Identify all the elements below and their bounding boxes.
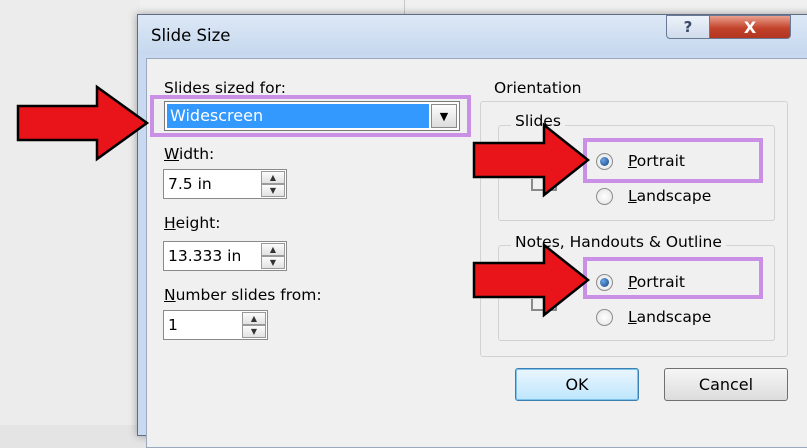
- width-increase-button[interactable]: ▲: [261, 171, 285, 184]
- number-slides-from-spinner[interactable]: 1 ▲ ▼: [163, 310, 268, 340]
- chevron-up-icon: ▲: [250, 314, 258, 323]
- number-slides-from-label: Number slides from:: [164, 286, 322, 304]
- width-spinner[interactable]: 7.5 in ▲ ▼: [163, 169, 287, 199]
- width-label: Width:: [164, 145, 215, 163]
- arrow-right-icon: [472, 242, 591, 318]
- help-icon: ?: [683, 18, 693, 36]
- number-spin-buttons: ▲ ▼: [242, 312, 266, 338]
- slides-portrait-highlight: [583, 138, 763, 183]
- height-spinner[interactable]: 13.333 in ▲ ▼: [163, 241, 287, 271]
- width-spin-buttons: ▲ ▼: [261, 171, 285, 197]
- notes-portrait-highlight: [583, 257, 763, 299]
- slides-landscape-radio[interactable]: [596, 188, 613, 205]
- number-increase-button[interactable]: ▲: [242, 312, 266, 325]
- number-decrease-button[interactable]: ▼: [242, 325, 266, 338]
- arrow-right-icon: [16, 84, 150, 162]
- title-bar[interactable]: Slide Size ? X: [138, 15, 807, 55]
- notes-landscape-radio[interactable]: [596, 309, 613, 326]
- widescreen-highlight: [150, 95, 471, 137]
- chevron-down-icon: ▼: [269, 186, 277, 195]
- close-button[interactable]: X: [709, 15, 791, 39]
- chevron-up-icon: ▲: [269, 245, 277, 254]
- height-decrease-button[interactable]: ▼: [261, 256, 285, 269]
- width-decrease-button[interactable]: ▼: [261, 184, 285, 197]
- cancel-button[interactable]: Cancel: [664, 368, 788, 401]
- help-button[interactable]: ?: [666, 15, 710, 39]
- height-spin-buttons: ▲ ▼: [261, 243, 285, 269]
- number-slides-from-input[interactable]: 1: [168, 316, 178, 334]
- arrow-right-icon: [472, 122, 591, 198]
- height-increase-button[interactable]: ▲: [261, 243, 285, 256]
- ok-button[interactable]: OK: [515, 368, 639, 401]
- close-icon: X: [743, 17, 757, 37]
- slides-landscape-label[interactable]: Landscape: [628, 187, 711, 205]
- chevron-down-icon: ▼: [250, 327, 258, 336]
- height-label: Height:: [164, 214, 221, 232]
- chevron-down-icon: ▼: [269, 258, 277, 267]
- dialog-title: Slide Size: [151, 26, 231, 45]
- chevron-up-icon: ▲: [269, 173, 277, 182]
- width-input[interactable]: 7.5 in: [168, 175, 212, 193]
- orientation-title: Orientation: [494, 79, 582, 97]
- background-left: [0, 0, 140, 425]
- notes-landscape-label[interactable]: Landscape: [628, 308, 711, 326]
- height-input[interactable]: 13.333 in: [168, 247, 241, 265]
- slide-size-dialog: Slide Size ? X Slides sized for: Widescr…: [137, 14, 807, 448]
